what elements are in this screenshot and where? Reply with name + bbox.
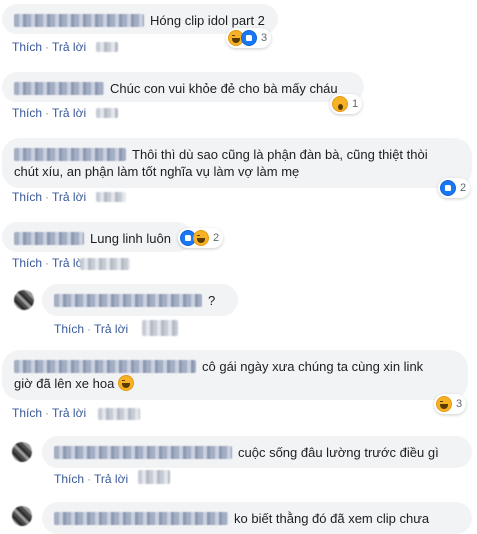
comment-actions: Thích · Trả lời: [12, 256, 87, 270]
like-link[interactable]: Thích: [12, 406, 42, 420]
avatar-icon[interactable]: [12, 506, 32, 526]
comment-text: Hóng clip idol part 2: [150, 13, 265, 28]
comment-text-line1: cô gái ngày xưa chúng ta cùng xin link: [202, 359, 424, 374]
reply-link[interactable]: Trả lời: [52, 406, 86, 420]
reaction-summary[interactable]: 3: [226, 28, 272, 48]
like-link[interactable]: Thích: [54, 322, 84, 336]
reaction-count: 1: [352, 98, 359, 110]
commenter-name-blurred[interactable]: [54, 294, 202, 307]
comment-bubble: ?: [42, 284, 238, 316]
comment-text: ko biết thằng đó đã xem clip chưa: [234, 511, 430, 526]
avatar-icon[interactable]: [14, 290, 34, 310]
like-icon: [440, 180, 456, 196]
reply-link[interactable]: Trả lời: [94, 322, 128, 336]
comment-text: ?: [208, 293, 216, 308]
comment-bubble: cuộc sống đâu lường trước điều gì: [42, 436, 472, 468]
comment-text-line1: Thôi thì dù sao cũng là phận đàn bà, cũn…: [132, 147, 428, 162]
reaction-count: 3: [456, 398, 463, 410]
comment-actions: Thích · Trả lời: [12, 106, 87, 120]
like-icon: [241, 30, 257, 46]
timestamp-blurred: [138, 470, 170, 484]
comment-bubble: Thôi thì dù sao cũng là phận đàn bà, cũn…: [2, 138, 472, 188]
comment-actions: Thích · Trả lời: [54, 322, 129, 336]
haha-icon: [436, 396, 452, 412]
reaction-summary[interactable]: 1: [330, 94, 363, 114]
comment-text-line2: chút xíu, an phận làm tốt nghĩa vụ làm v…: [14, 164, 300, 179]
like-link[interactable]: Thích: [54, 472, 84, 486]
comment-actions: Thích · Trả lời: [12, 40, 87, 54]
like-link[interactable]: Thích: [12, 190, 42, 204]
comment-text: cuộc sống đâu lường trước điều gì: [238, 445, 439, 460]
reply-link[interactable]: Trả lời: [94, 472, 128, 486]
reaction-count: 2: [460, 182, 467, 194]
comment-bubble: ko biết thằng đó đã xem clip chưa: [42, 502, 472, 534]
haha-icon: [193, 230, 209, 246]
comment-bubble: Lung linh luôn: [2, 222, 192, 252]
comment-actions: Thích · Trả lời: [54, 472, 129, 486]
comment-bubble: cô gái ngày xưa chúng ta cùng xin link g…: [2, 350, 468, 400]
reaction-count: 2: [213, 232, 220, 244]
timestamp-blurred: [96, 192, 126, 202]
comment-actions: Thích · Trả lời: [12, 406, 87, 420]
reply-link[interactable]: Trả lời: [52, 190, 86, 204]
comment-text: Lung linh luôn: [90, 231, 171, 246]
timestamp-blurred: [96, 108, 118, 118]
commenter-name-blurred[interactable]: [14, 148, 126, 161]
comment-actions: Thích · Trả lời: [12, 190, 87, 204]
comment-bubble: Chúc con vui khỏe đẻ cho bà mấy cháu: [2, 72, 364, 102]
commenter-name-blurred[interactable]: [54, 512, 228, 525]
haha-icon: [117, 375, 134, 391]
timestamp-blurred: [80, 258, 130, 270]
like-link[interactable]: Thích: [12, 40, 42, 54]
commenter-name-blurred[interactable]: [14, 14, 144, 27]
reaction-count: 3: [261, 32, 268, 44]
reaction-summary[interactable]: 2: [438, 178, 471, 198]
reply-link[interactable]: Trả lời: [52, 106, 86, 120]
avatar-icon[interactable]: [12, 442, 32, 462]
comment-text: Chúc con vui khỏe đẻ cho bà mấy cháu: [110, 81, 338, 96]
commenter-name-blurred[interactable]: [14, 232, 84, 245]
commenter-name-blurred[interactable]: [14, 360, 196, 373]
comment-text-line2: giờ đã lên xe hoa: [14, 376, 115, 391]
commenter-name-blurred[interactable]: [14, 82, 104, 95]
reply-link[interactable]: Trả lời: [52, 40, 86, 54]
wow-icon: [332, 96, 348, 112]
timestamp-blurred: [142, 320, 178, 336]
like-link[interactable]: Thích: [12, 106, 42, 120]
timestamp-blurred: [98, 408, 140, 420]
commenter-name-blurred[interactable]: [54, 446, 232, 459]
timestamp-blurred: [96, 42, 118, 52]
reaction-summary[interactable]: 2: [178, 228, 224, 248]
like-link[interactable]: Thích: [12, 256, 42, 270]
reaction-summary[interactable]: 3: [434, 394, 467, 414]
